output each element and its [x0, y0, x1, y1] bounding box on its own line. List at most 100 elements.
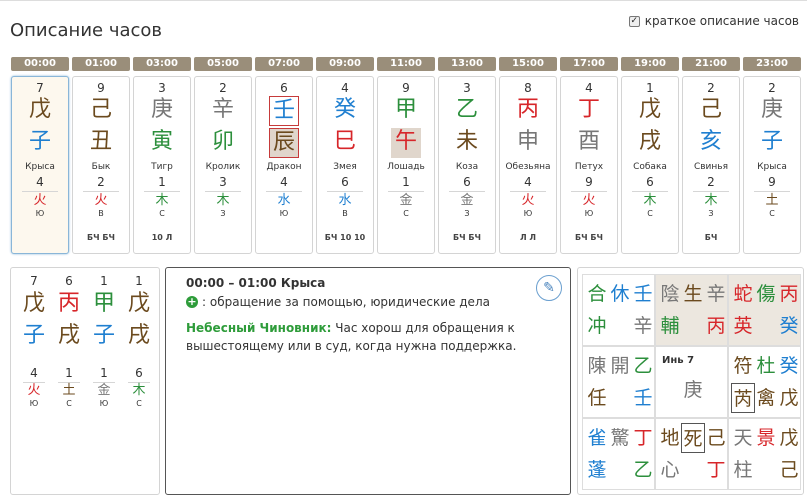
hour-stem-number: 2: [219, 81, 227, 95]
qimen-palace[interactable]: 合休壬冲 辛: [582, 274, 655, 346]
hour-stem: 丁: [577, 97, 600, 122]
hour-card[interactable]: 4 癸巳 Змея 6 水 В БЧ 10 10: [316, 76, 374, 254]
hour-column[interactable]: 07:00 6 壬辰 Дракон 4 水 Ю: [255, 57, 313, 254]
hour-branch-number: 2: [707, 175, 715, 189]
brief-description-toggle[interactable]: ✓ краткое описание часов: [628, 14, 799, 28]
palace-glyph: 癸: [779, 315, 799, 337]
hour-animal: Тигр: [151, 162, 173, 172]
hour-time-label[interactable]: 13:00: [438, 57, 496, 71]
hour-branch-number: 9: [585, 175, 593, 189]
divider: [632, 191, 668, 192]
qimen-palace[interactable]: Инь 7 庚: [655, 346, 728, 418]
hour-stem-number: 4: [585, 81, 593, 95]
hour-stem: 己: [89, 97, 112, 122]
hour-card[interactable]: 9 甲午 Лошадь 1 金 С: [377, 76, 435, 254]
hour-column[interactable]: 19:00 1 戊戌 Собака 6 木 С: [621, 57, 679, 254]
hour-direction: В: [342, 209, 348, 218]
hour-column[interactable]: 01:00 9 己丑 Бык 2 火 В БЧ БЧ: [72, 57, 130, 254]
hour-direction: Ю: [35, 209, 45, 218]
hour-time-label[interactable]: 09:00: [316, 57, 374, 71]
hour-time-label[interactable]: 11:00: [377, 57, 435, 71]
palace-glyph: 癸: [779, 355, 799, 377]
hour-direction: З: [220, 209, 226, 218]
hour-stem-number: 3: [158, 81, 166, 95]
palace-glyph: 丙: [779, 283, 799, 305]
hour-element: 金: [399, 193, 413, 208]
hour-direction: З: [464, 209, 470, 218]
hour-stem-number: 2: [707, 81, 715, 95]
hour-direction: З: [708, 209, 714, 218]
hour-animal: Дракон: [266, 162, 302, 172]
divider: [83, 191, 119, 192]
hour-column[interactable]: 03:00 3 庚寅 Тигр 1 木 С 10 Л: [133, 57, 191, 254]
hour-column[interactable]: 23:00 2 庚子 Крыса 9 土 С: [743, 57, 801, 254]
hour-extra-flags: [744, 233, 800, 243]
brief-checkbox[interactable]: ✓: [628, 15, 640, 27]
hour-stem: 庚: [150, 97, 173, 122]
pillar-column: 1 戊戌 6 木С: [122, 274, 156, 409]
hour-column[interactable]: 21:00 2 己亥 Свинья 2 木 З БЧ: [682, 57, 740, 254]
hour-branch-number: 4: [280, 175, 288, 189]
hour-card[interactable]: 1 戊戌 Собака 6 木 С: [621, 76, 679, 254]
hour-column[interactable]: 00:00 7 戊子 Крыса 4 火 Ю: [11, 57, 69, 254]
palace-glyph: 芮: [731, 383, 755, 413]
hour-time-label[interactable]: 01:00: [72, 57, 130, 71]
hour-card[interactable]: 2 庚子 Крыса 9 土 С: [743, 76, 801, 254]
hour-branch: 午: [391, 128, 421, 158]
hour-card[interactable]: 8 丙申 Обезьяна 4 火 Ю Л Л: [499, 76, 557, 254]
palace-glyph: 符: [733, 355, 753, 377]
pillar-branch: 戌: [57, 323, 80, 348]
official-label: Небесный Чиновник:: [186, 321, 332, 335]
hour-time-label[interactable]: 21:00: [682, 57, 740, 71]
hour-time-label[interactable]: 23:00: [743, 57, 801, 71]
hour-extra-flags: БЧ БЧ: [453, 233, 481, 242]
hour-branch-number: 6: [463, 175, 471, 189]
hour-card[interactable]: 7 戊子 Крыса 4 火 Ю: [11, 76, 69, 254]
hour-card[interactable]: 2 辛卯 Кролик 3 木 З: [194, 76, 252, 254]
hour-column[interactable]: 09:00 4 癸巳 Змея 6 水 В БЧ 10 10: [316, 57, 374, 254]
palace-glyph: 戊: [779, 387, 799, 409]
hour-card[interactable]: 3 庚寅 Тигр 1 木 С 10 Л: [133, 76, 191, 254]
hour-card[interactable]: 4 丁酉 Петух 9 火 Ю БЧ БЧ: [560, 76, 618, 254]
hour-element: 木: [155, 193, 169, 208]
hour-time-label[interactable]: 19:00: [621, 57, 679, 71]
hour-time-label[interactable]: 05:00: [194, 57, 252, 71]
pencil-icon[interactable]: ✎: [536, 275, 562, 301]
hour-time-label[interactable]: 03:00: [133, 57, 191, 71]
hour-element: 木: [704, 193, 718, 208]
hour-card[interactable]: 6 壬辰 Дракон 4 水 Ю: [255, 76, 313, 254]
hour-direction: С: [403, 209, 409, 218]
hour-extra-flags: Л Л: [519, 233, 537, 242]
hour-card[interactable]: 2 己亥 Свинья 2 木 З БЧ: [682, 76, 740, 254]
hour-column[interactable]: 17:00 4 丁酉 Петух 9 火 Ю БЧ БЧ: [560, 57, 618, 254]
hour-element: 火: [33, 193, 47, 208]
palace-glyph: 天: [733, 427, 753, 449]
hour-column[interactable]: 15:00 8 丙申 Обезьяна 4 火 Ю Л Л: [499, 57, 557, 254]
hour-column[interactable]: 11:00 9 甲午 Лошадь 1 金 С: [377, 57, 435, 254]
qimen-palace[interactable]: 陰生辛輔 丙: [655, 274, 728, 346]
hour-column[interactable]: 05:00 2 辛卯 Кролик 3 木 З: [194, 57, 252, 254]
palace-glyph: 杜: [756, 355, 776, 377]
hour-branch: 子: [28, 129, 51, 154]
qimen-palace[interactable]: 符杜癸芮禽戊: [728, 346, 801, 418]
hour-card[interactable]: 3 乙未 Коза 6 金 З БЧ БЧ: [438, 76, 496, 254]
qimen-palace[interactable]: 蛇傷丙英 癸: [728, 274, 801, 346]
qimen-palace[interactable]: 天景戊柱 己: [728, 418, 801, 490]
hour-time-label[interactable]: 07:00: [255, 57, 313, 71]
hour-branch: 丑: [89, 129, 112, 154]
hour-time-label[interactable]: 15:00: [499, 57, 557, 71]
hour-branch-number: 1: [402, 175, 410, 189]
hour-branch: 子: [760, 129, 783, 154]
palace-glyph: 驚: [610, 427, 630, 449]
hour-stem-number: 2: [768, 81, 776, 95]
hour-time-label[interactable]: 17:00: [560, 57, 618, 71]
divider: [327, 191, 363, 192]
hour-card[interactable]: 9 己丑 Бык 2 火 В БЧ БЧ: [72, 76, 130, 254]
hour-time-label[interactable]: 00:00: [11, 57, 69, 71]
qimen-palace[interactable]: 雀驚丁蓬 乙: [582, 418, 655, 490]
hour-extra-flags: БЧ БЧ: [575, 233, 603, 242]
hour-extra-flags: [12, 233, 68, 243]
qimen-palace[interactable]: 地死己心 丁: [655, 418, 728, 490]
qimen-palace[interactable]: 陳開乙任 壬: [582, 346, 655, 418]
hour-column[interactable]: 13:00 3 乙未 Коза 6 金 З БЧ БЧ: [438, 57, 496, 254]
